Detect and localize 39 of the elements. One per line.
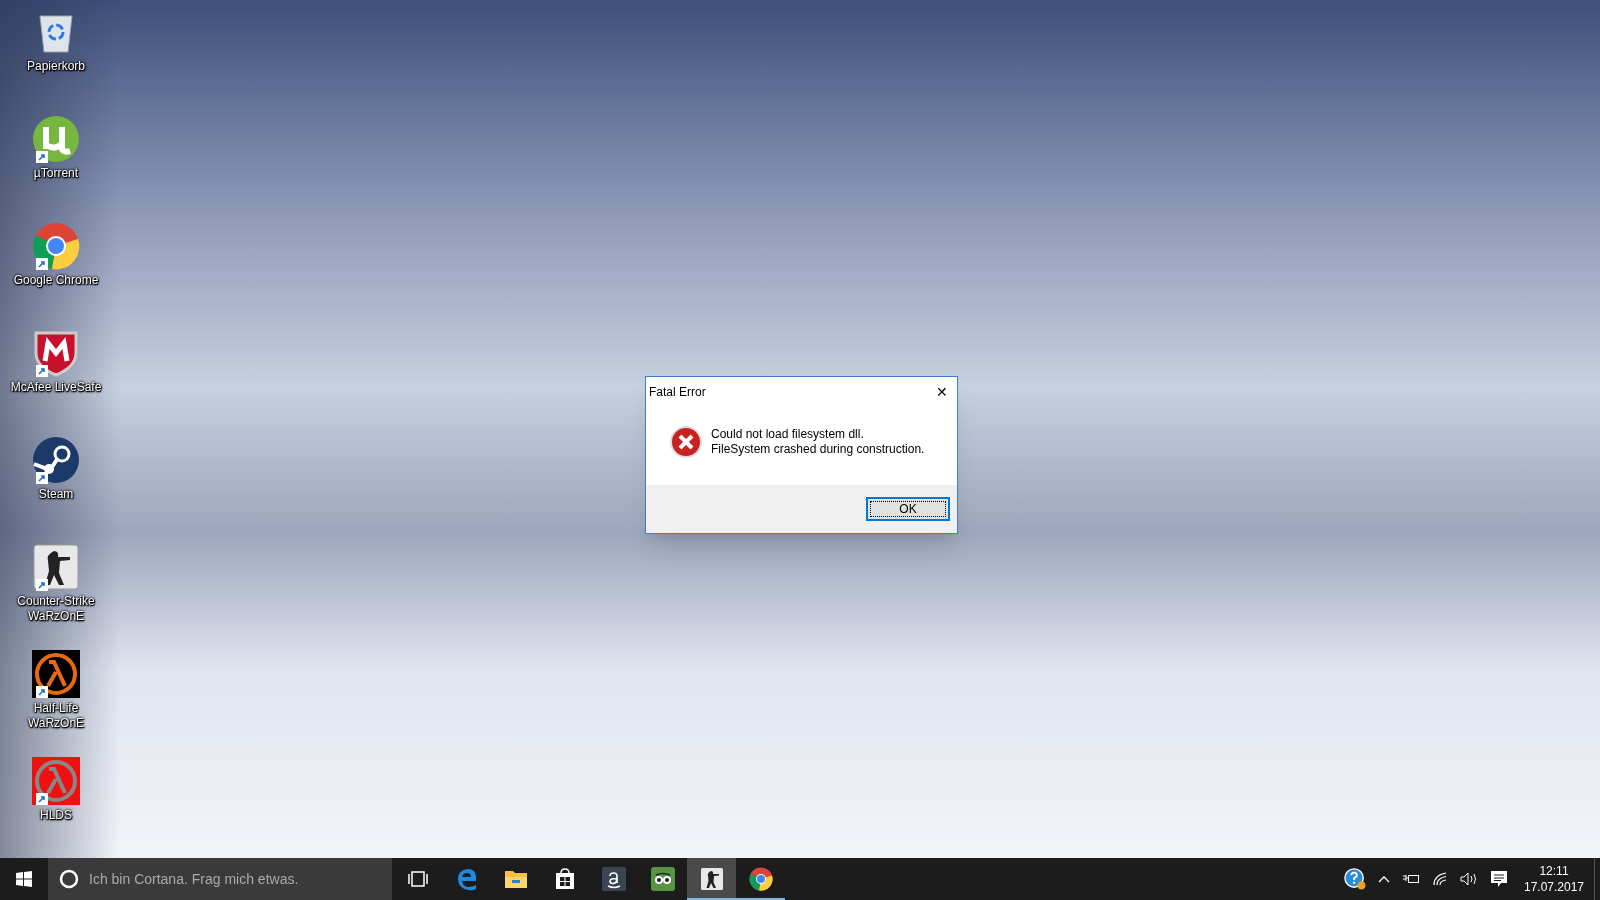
task-view-icon xyxy=(407,871,428,887)
desktop-icon-label[interactable]: Half-Life WaRzOnE xyxy=(2,701,110,731)
lambda-icon xyxy=(32,650,80,698)
steam-circle-icon xyxy=(32,436,80,484)
error-message-line: FileSystem crashed during construction. xyxy=(711,442,925,457)
battery-plug-icon xyxy=(1402,873,1420,885)
folder-icon xyxy=(503,869,528,889)
desktop-icon-label[interactable]: Steam xyxy=(2,487,110,502)
clock[interactable]: 12:11 17.07.2017 xyxy=(1514,858,1594,900)
wifi-icon xyxy=(1432,872,1448,886)
desktop-icon-label[interactable]: McAfee LiveSafe xyxy=(2,380,110,395)
dialog-title: Fatal Error xyxy=(649,384,706,401)
notification-icon xyxy=(1490,870,1508,888)
browser-ball-icon xyxy=(748,867,773,891)
owl-eyes-icon xyxy=(650,867,675,891)
lambda-icon xyxy=(32,757,80,805)
error-message-line: Could not load filesystem dll. xyxy=(711,427,865,442)
chevron-up-icon xyxy=(1378,875,1390,883)
soldier-icon xyxy=(699,867,724,891)
close-button[interactable]: ✕ xyxy=(927,377,957,407)
speaker-icon xyxy=(1460,872,1478,886)
desktop-icon-label[interactable]: Papierkorb xyxy=(2,59,110,74)
browser-ball-icon xyxy=(32,222,80,270)
search-input[interactable]: Ich bin Cortana. Frag mich etwas. xyxy=(89,868,379,890)
windows-logo-icon xyxy=(16,871,32,887)
soldier-icon xyxy=(32,543,80,591)
taskbar-app-button[interactable] xyxy=(687,858,736,900)
desktop-icon-label[interactable]: Google Chrome xyxy=(2,273,110,288)
mu-letter-icon xyxy=(32,115,80,163)
shopping-bag-icon xyxy=(553,868,576,890)
help-icon xyxy=(1344,868,1366,890)
search-field[interactable]: Ich bin Cortana. Frag mich etwas. xyxy=(48,858,392,900)
ok-button[interactable]: OK xyxy=(866,497,950,521)
a-letter-icon xyxy=(601,867,626,891)
desktop-icon-label[interactable]: µTorrent xyxy=(2,166,110,181)
desktop-icon-label[interactable]: Counter-Strike WaRzOnE xyxy=(2,594,110,624)
desktop-icon-label[interactable]: HLDS xyxy=(2,808,110,823)
error-icon xyxy=(670,426,702,458)
cortana-ring-icon xyxy=(59,869,79,889)
